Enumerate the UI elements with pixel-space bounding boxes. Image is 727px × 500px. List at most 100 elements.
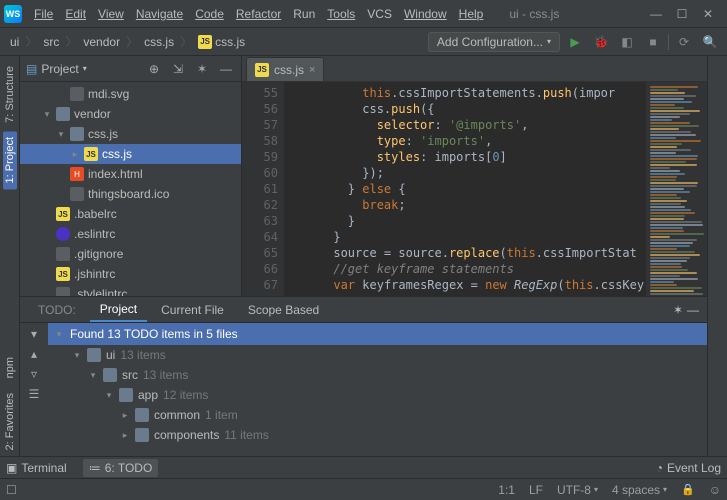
hide-icon[interactable]: —	[687, 303, 699, 317]
menu-code[interactable]: Code	[189, 0, 230, 27]
terminal-button[interactable]: ▣ Terminal	[6, 461, 67, 475]
tree-row[interactable]: .stylelintrc	[20, 284, 241, 296]
folder-icon	[119, 388, 133, 402]
tree-row[interactable]: ▸JScss.js	[20, 144, 241, 164]
tree-label: .jshintrc	[74, 267, 115, 281]
right-tool-gutter	[707, 56, 727, 456]
event-log-button[interactable]: ◔ Event Log	[656, 461, 721, 475]
run-config-dropdown[interactable]: Add Configuration... ▾	[428, 32, 560, 52]
group-icon[interactable]: ☰	[29, 387, 40, 401]
todo-button[interactable]: ≔ 6: TODO	[83, 459, 159, 477]
minimap[interactable]	[645, 82, 707, 296]
line-gutter: 55 56 57 58 59 60 61 62 63 64 65 66 67	[242, 82, 284, 296]
lock-icon[interactable]: 🔒	[681, 483, 695, 496]
run-icon[interactable]: ▶	[564, 31, 586, 53]
tab-npm[interactable]: npm	[3, 351, 17, 384]
todo-tree-row[interactable]: ▸components 11 items	[48, 425, 707, 445]
todo-panel: TODO: Project Current File Scope Based ✶…	[20, 296, 707, 456]
menu-file[interactable]: File	[28, 0, 59, 27]
collapse-icon[interactable]: ▴	[31, 347, 37, 361]
code-area[interactable]: this.cssImportStatements.push(impor css.…	[284, 82, 645, 296]
statusbar: ☐ 1:1 LF UTF-8▾ 4 spaces▾ 🔒 ☺	[0, 478, 727, 500]
menu-tools[interactable]: Tools	[321, 0, 361, 27]
tree-twisty-icon[interactable]: ▾	[88, 370, 98, 381]
todo-row-label: components	[154, 428, 219, 442]
todo-tree-row[interactable]: ▾src 13 items	[48, 365, 707, 385]
bottom-toolbar: ▣ Terminal ≔ 6: TODO ◔ Event Log	[0, 456, 727, 478]
menu-help[interactable]: Help	[453, 0, 490, 27]
breadcrumb-item[interactable]: src	[39, 35, 63, 49]
menu-window[interactable]: Window	[398, 0, 453, 27]
tree-label: vendor	[74, 107, 111, 121]
breadcrumb-item[interactable]: vendor	[79, 35, 124, 49]
tree-twisty-icon[interactable]: ▸	[70, 149, 80, 160]
inspection-icon[interactable]: ☺	[709, 483, 721, 497]
chevron-down-icon: ▾	[547, 37, 551, 46]
menu-navigate[interactable]: Navigate	[130, 0, 189, 27]
tree-row[interactable]: JS.jshintrc	[20, 264, 241, 284]
todo-tab-scope[interactable]: Scope Based	[238, 299, 329, 321]
menubar: WS File Edit View Navigate Code Refactor…	[0, 0, 727, 28]
status-indent[interactable]: 4 spaces▾	[612, 483, 667, 497]
search-everywhere-icon[interactable]: 🔍	[699, 31, 721, 53]
todo-summary[interactable]: ▾ Found 13 TODO items in 5 files	[48, 323, 707, 345]
settings-icon[interactable]: ✶	[193, 60, 211, 78]
tree-twisty-icon[interactable]: ▾	[42, 109, 52, 120]
chevron-down-icon[interactable]: ▾	[83, 64, 87, 73]
coverage-icon[interactable]: ◧	[616, 31, 638, 53]
tree-row[interactable]: ▾css.js	[20, 124, 241, 144]
tree-twisty-icon[interactable]: ▸	[120, 430, 130, 441]
locate-icon[interactable]: ⊕	[145, 60, 163, 78]
tab-project[interactable]: 1: Project	[3, 131, 17, 189]
tree-row[interactable]: mdi.svg	[20, 84, 241, 104]
tree-row[interactable]: .eslintrc	[20, 224, 241, 244]
tree-row[interactable]: JS.babelrc	[20, 204, 241, 224]
tree-row[interactable]: Hindex.html	[20, 164, 241, 184]
window-close-icon[interactable]: ✕	[695, 4, 721, 24]
todo-tree-row[interactable]: ▾app 12 items	[48, 385, 707, 405]
tab-favorites[interactable]: 2: Favorites	[3, 387, 17, 456]
tree-twisty-icon[interactable]: ▸	[120, 410, 130, 421]
todo-row-count: 12 items	[163, 388, 208, 402]
hide-icon[interactable]: —	[217, 60, 235, 78]
tree-row[interactable]: .gitignore	[20, 244, 241, 264]
status-encoding[interactable]: UTF-8▾	[557, 483, 598, 497]
menu-refactor[interactable]: Refactor	[230, 0, 287, 27]
tree-row[interactable]: thingsboard.ico	[20, 184, 241, 204]
status-windows-icon[interactable]: ☐	[6, 483, 17, 497]
project-tree[interactable]: mdi.svg ▾ vendor ▾css.js▸JScss.jsHindex.htm…	[20, 82, 241, 296]
window-maximize-icon[interactable]: ☐	[669, 4, 695, 24]
tab-structure[interactable]: 7: Structure	[3, 60, 17, 129]
menu-edit[interactable]: Edit	[59, 0, 92, 27]
status-position[interactable]: 1:1	[498, 483, 515, 497]
filter-icon[interactable]: ▿	[31, 367, 37, 381]
tree-row[interactable]: ▾ vendor	[20, 104, 241, 124]
stop-icon[interactable]: ■	[642, 31, 664, 53]
js-icon: JS	[255, 63, 269, 77]
breadcrumb-item[interactable]: css.js	[140, 35, 178, 49]
tree-twisty-icon[interactable]: ▾	[72, 350, 82, 361]
editor-tab[interactable]: JS css.js ×	[246, 57, 324, 81]
todo-tree-row[interactable]: ▾ui 13 items	[48, 345, 707, 365]
close-icon[interactable]: ×	[309, 64, 315, 76]
menu-view[interactable]: View	[92, 0, 130, 27]
window-minimize-icon[interactable]: —	[643, 4, 669, 24]
breadcrumb-item[interactable]: JScss.js	[194, 35, 249, 49]
tree-twisty-icon[interactable]: ▾	[56, 129, 66, 140]
status-line-ending[interactable]: LF	[529, 483, 543, 497]
file-icon	[70, 187, 84, 201]
collapse-icon[interactable]: ⇲	[169, 60, 187, 78]
todo-tree-row[interactable]: ▸common 1 item	[48, 405, 707, 425]
update-icon[interactable]: ⟳	[673, 31, 695, 53]
todo-tree[interactable]: ▾ Found 13 TODO items in 5 files ▾ui 13 …	[48, 323, 707, 456]
tree-twisty-icon[interactable]: ▾	[104, 390, 114, 401]
menu-run[interactable]: Run	[287, 0, 321, 27]
gear-icon[interactable]: ✶	[673, 303, 683, 317]
expand-icon[interactable]: ▾	[31, 327, 37, 341]
menu-vcs[interactable]: VCS	[361, 0, 398, 27]
todo-tab-project[interactable]: Project	[90, 298, 147, 322]
todo-tab-current[interactable]: Current File	[151, 299, 234, 321]
debug-icon[interactable]: 🐞	[590, 31, 612, 53]
breadcrumb-item[interactable]: ui	[6, 35, 23, 49]
tree-label: .babelrc	[74, 207, 117, 221]
